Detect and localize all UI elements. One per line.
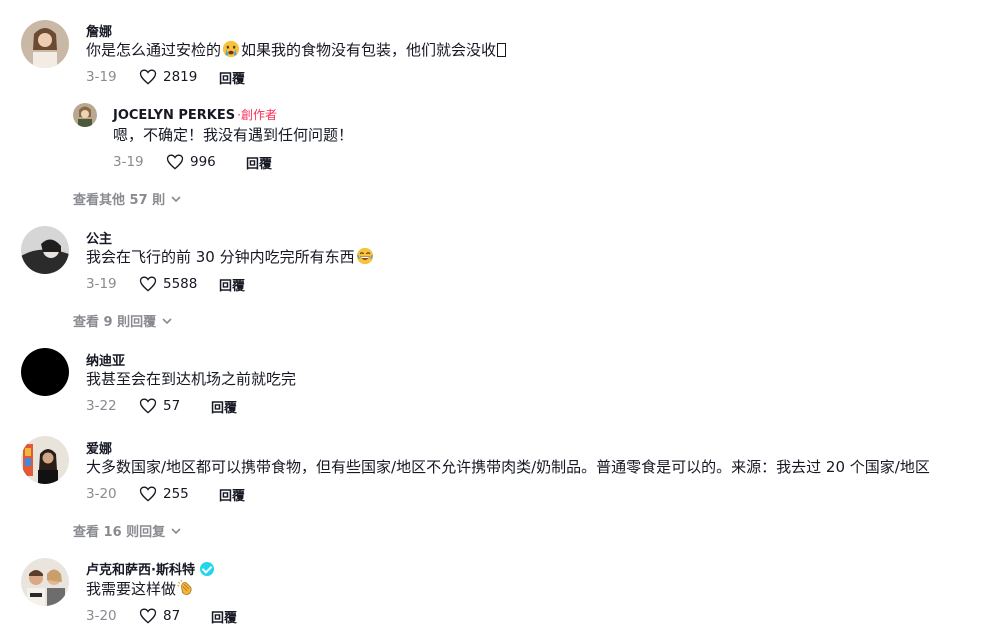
comment-meta: 3-20 255 回覆 (86, 484, 245, 504)
chevron-down-icon (171, 195, 181, 202)
comment-text: 我甚至会在到达机场之前就吃完 (86, 370, 297, 388)
view-more-replies[interactable]: 查看其他 57 則 (73, 189, 181, 208)
heart-icon (139, 276, 157, 292)
reply-button[interactable]: 回覆 (211, 397, 237, 416)
like-count: 255 (163, 486, 189, 502)
like-button[interactable]: 5588 (138, 274, 213, 294)
comment-text: 嗯，不确定！我没有遇到任何问题！ (113, 126, 354, 144)
heart-icon (139, 69, 157, 85)
comment-text: 我会在飞行的前 30 分钟内吃完所有东西 (86, 247, 375, 267)
heart-icon (139, 608, 157, 624)
reply-button[interactable]: 回覆 (219, 485, 245, 504)
comment-date: 3-19 (113, 154, 144, 170)
view-more-replies[interactable]: 查看 9 則回覆 (73, 311, 172, 330)
chevron-down-icon (171, 527, 181, 534)
heart-icon (139, 398, 157, 414)
avatar[interactable] (21, 558, 69, 606)
laughing-face-icon (356, 247, 374, 265)
view-more-replies[interactable]: 查看 16 则回复 (73, 521, 181, 540)
reply-button[interactable]: 回覆 (211, 607, 237, 626)
verified-badge-icon (199, 562, 214, 576)
username[interactable]: 詹娜 (86, 21, 112, 40)
like-button[interactable]: 255 (138, 484, 213, 504)
comment-meta: 3-19 2819 回覆 (86, 67, 245, 87)
comment-date: 3-19 (86, 276, 117, 292)
username[interactable]: 卢克和萨西·斯科特 (86, 559, 214, 578)
reply-button[interactable]: 回覆 (219, 68, 245, 87)
creator-badge: ·創作者 (237, 108, 277, 122)
comment-meta: 3-19 996 回覆 (113, 152, 272, 172)
like-count: 57 (163, 398, 181, 414)
username[interactable]: 爱娜 (86, 438, 112, 457)
like-button[interactable]: 996 (165, 152, 240, 172)
reply-button[interactable]: 回覆 (246, 153, 272, 172)
avatar[interactable] (21, 348, 69, 396)
like-count: 5588 (163, 276, 198, 292)
like-button[interactable]: 57 (138, 396, 205, 416)
username[interactable]: 纳迪亚 (86, 350, 125, 369)
comment-date: 3-22 (86, 398, 117, 414)
username[interactable]: JOCELYN PERKES ·創作者 (113, 106, 277, 123)
heart-icon (139, 486, 157, 502)
like-count: 87 (163, 608, 181, 624)
avatar[interactable] (21, 436, 69, 484)
comment-meta: 3-22 57 回覆 (86, 396, 237, 416)
comment-meta: 3-20 87 回覆 (86, 606, 237, 626)
reply-button[interactable]: 回覆 (219, 275, 245, 294)
clapping-hands-icon (177, 579, 195, 597)
comment-text: 我需要这样做 (86, 579, 196, 599)
heart-icon (166, 154, 184, 170)
chevron-down-icon (162, 317, 172, 324)
comment-text: 你是怎么通过安检的 如果我的食物没有包装，他们就会没收 (86, 40, 507, 60)
comment-date: 3-20 (86, 608, 117, 624)
unknown-glyph-icon (497, 43, 507, 57)
comment-date: 3-19 (86, 69, 117, 85)
comment-text: 大多数国家/地区都可以携带食物，但有些国家/地区不允许携带肉类/奶制品。普通零食… (86, 458, 930, 476)
avatar[interactable] (21, 226, 69, 274)
comment-meta: 3-19 5588 回覆 (86, 274, 245, 294)
username[interactable]: 公主 (86, 228, 112, 247)
crying-face-icon (222, 40, 240, 58)
like-count: 2819 (163, 69, 198, 85)
like-count: 996 (190, 154, 216, 170)
avatar[interactable] (21, 20, 69, 68)
like-button[interactable]: 87 (138, 606, 205, 626)
avatar[interactable] (73, 103, 97, 127)
comment-date: 3-20 (86, 486, 117, 502)
like-button[interactable]: 2819 (138, 67, 213, 87)
